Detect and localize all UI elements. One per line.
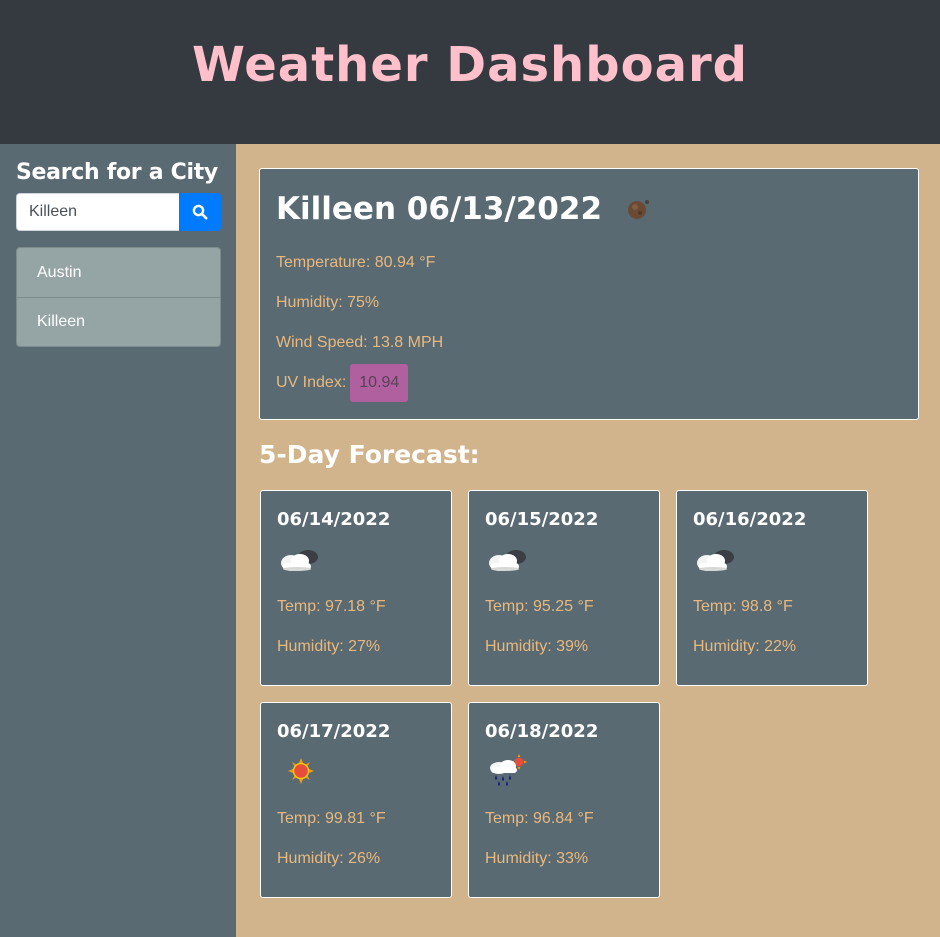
current-uv-row: UV Index: 10.94	[276, 363, 902, 403]
cloud-night-icon	[277, 531, 435, 587]
forecast-card: 06/18/2022 Temp: 96.84 °F Humidity: 33%	[468, 702, 660, 898]
cloud-night-icon	[693, 531, 851, 587]
search-heading: Search for a City	[16, 160, 218, 185]
search-icon	[192, 204, 208, 220]
page-title: Weather Dashboard	[192, 37, 748, 93]
search-button[interactable]	[179, 193, 221, 231]
uv-index-badge: 10.94	[350, 364, 409, 402]
current-weather-card: Killeen 06/13/2022 Temperature: 80.94 °F…	[259, 168, 919, 420]
forecast-humidity: Humidity: 33%	[485, 850, 589, 867]
forecast-date: 06/17/2022	[277, 721, 391, 742]
sidebar: Search for a City Austin Killeen	[0, 144, 236, 937]
forecast-date: 06/15/2022	[485, 509, 599, 530]
uv-label: UV Index:	[276, 374, 347, 391]
forecast-card: 06/17/2022 Temp: 99.81 °F Humidity: 26%	[260, 702, 452, 898]
current-wind-speed: Wind Speed: 13.8 MPH	[276, 334, 444, 351]
forecast-date: 06/14/2022	[277, 509, 391, 530]
cloud-night-icon	[485, 531, 643, 587]
forecast-humidity: Humidity: 39%	[485, 638, 589, 655]
page-header: Weather Dashboard	[0, 0, 940, 144]
history-item-austin[interactable]: Austin	[17, 248, 220, 297]
forecast-temp: Temp: 97.18 °F	[277, 598, 386, 615]
forecast-temp: Temp: 99.81 °F	[277, 810, 386, 827]
haze-night-icon	[624, 194, 654, 224]
current-weather-header: Killeen 06/13/2022	[276, 189, 902, 229]
forecast-date: 06/18/2022	[485, 721, 599, 742]
sun-icon	[277, 743, 435, 799]
forecast-card: 06/16/2022 Temp: 98.8 °F Humidity: 22%	[676, 490, 868, 686]
forecast-humidity: Humidity: 26%	[277, 850, 381, 867]
forecast-humidity: Humidity: 27%	[277, 638, 381, 655]
forecast-temp: Temp: 96.84 °F	[485, 810, 594, 827]
search-form	[16, 193, 221, 231]
current-city-date: Killeen 06/13/2022	[276, 191, 603, 227]
history-item-killeen[interactable]: Killeen	[17, 297, 220, 346]
forecast-heading: 5-Day Forecast:	[259, 440, 480, 469]
forecast-temp: Temp: 98.8 °F	[693, 598, 793, 615]
forecast-date: 06/16/2022	[693, 509, 807, 530]
forecast-humidity: Humidity: 22%	[693, 638, 797, 655]
current-humidity: Humidity: 75%	[276, 294, 380, 311]
city-search-input[interactable]	[16, 193, 179, 231]
forecast-card: 06/14/2022 Temp: 97.18 °F Humidity: 27%	[260, 490, 452, 686]
forecast-card: 06/15/2022 Temp: 95.25 °F Humidity: 39%	[468, 490, 660, 686]
current-temperature: Temperature: 80.94 °F	[276, 254, 436, 271]
rain-sun-icon	[485, 743, 643, 799]
forecast-temp: Temp: 95.25 °F	[485, 598, 594, 615]
search-history-list: Austin Killeen	[16, 247, 221, 347]
